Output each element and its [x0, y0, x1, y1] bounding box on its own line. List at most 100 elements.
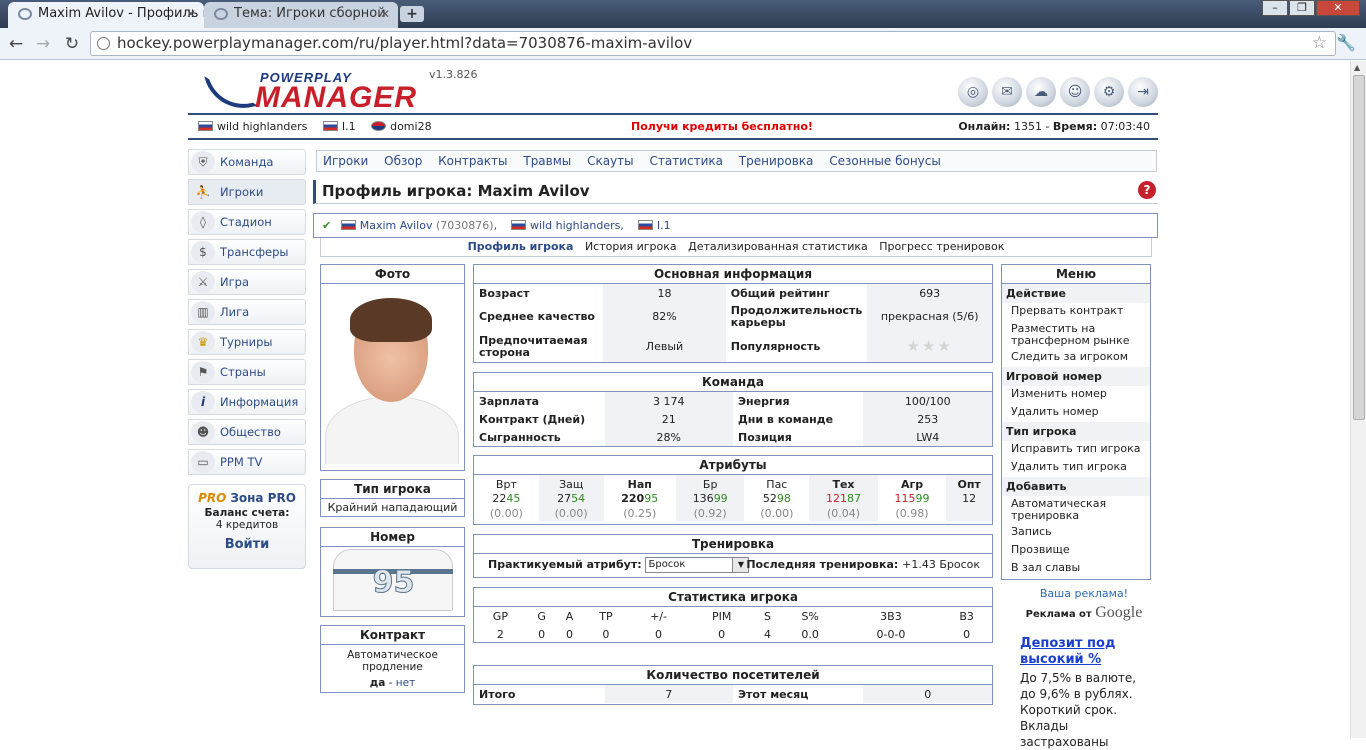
reload-icon[interactable]: ↻: [62, 34, 82, 54]
forum-icon[interactable]: ☁: [1026, 77, 1056, 107]
menu-item[interactable]: Удалить номер: [1002, 404, 1150, 422]
russia-flag-icon: [511, 220, 527, 230]
user-link[interactable]: domi28: [371, 120, 432, 133]
attribute-header: Бр: [675, 475, 745, 491]
help-icon[interactable]: ?: [1138, 181, 1156, 199]
close-window-button[interactable]: ✕: [1316, 0, 1360, 16]
menu-item[interactable]: Исправить тип игрока: [1002, 441, 1150, 459]
player-name-link[interactable]: Maxim Avilov: [360, 219, 433, 232]
new-tab-button[interactable]: +: [400, 6, 424, 22]
settings-gear-icon[interactable]: ⚙: [1094, 77, 1124, 107]
stats-value: 0: [566, 627, 574, 641]
browser-tab-inactive[interactable]: Тема: Игроки сборной ✕: [204, 2, 398, 28]
shield-icon: ⛨: [191, 151, 215, 173]
ad-headline-link[interactable]: Депозит под высокий %: [1018, 636, 1150, 668]
attribute-header: Нап: [627, 477, 652, 491]
renew-yes[interactable]: да: [370, 677, 386, 689]
practiced-attribute-select[interactable]: Бросок ▼: [645, 557, 750, 573]
scroll-thumb[interactable]: [1353, 75, 1365, 420]
friends-icon[interactable]: ☺: [1060, 77, 1090, 107]
menu-item[interactable]: Изменить номер: [1002, 386, 1150, 404]
money-icon: $: [191, 241, 215, 263]
menu-item[interactable]: Разместить на трансферном рынке: [1002, 321, 1150, 349]
league-link[interactable]: I.1: [322, 120, 356, 133]
page-content: POWERPLAY MANAGER v1.3.826 ◎ ✉ ☁ ☺ ⚙ ⇥ w…: [188, 61, 1158, 749]
tab-label: Maxim Avilov - Профиль и: [38, 6, 204, 21]
ppm-icon[interactable]: ◎: [958, 77, 988, 107]
tab-players[interactable]: Игроки: [323, 154, 368, 168]
subtab-history[interactable]: История игрока: [585, 240, 677, 253]
maximize-button[interactable]: ❐: [1289, 0, 1315, 16]
league-link[interactable]: I.1: [657, 219, 671, 232]
nav-item-team[interactable]: ⛨ Команда: [188, 149, 306, 175]
back-icon[interactable]: ←: [6, 34, 26, 54]
nav-item-stadium[interactable]: ◊ Стадион: [188, 209, 306, 235]
ads-by-google[interactable]: Реклама от Google: [1018, 604, 1150, 622]
attribute-header: Опт: [946, 475, 992, 491]
player-stats-table: GP G A TP +/- PIM S S% 3B3 B3 2 0 0 0 0 0 4 0.0 0-0-0 0: [474, 607, 992, 643]
nav-item-information[interactable]: i Информация: [188, 389, 306, 415]
contract-title: Контракт: [321, 626, 464, 645]
renew-no-link[interactable]: нет: [396, 677, 415, 689]
nav-item-ppm-tv[interactable]: ▭ PPM TV: [188, 449, 306, 475]
login-link[interactable]: Войти: [189, 537, 305, 552]
training-title: Тренировка: [474, 535, 992, 554]
attribute-header: Защ: [538, 475, 604, 491]
your-ad-link[interactable]: Ваша реклама!: [1018, 587, 1150, 600]
subtab-detailed-stats[interactable]: Детализированная статистика: [688, 240, 868, 253]
nav-item-countries[interactable]: ⚑ Страны: [188, 359, 306, 385]
tab-scouts[interactable]: Скауты: [587, 154, 634, 168]
menu-item[interactable]: Автоматическая тренировка: [1002, 496, 1150, 524]
subtab-training-progress[interactable]: Прогресс тренировок: [879, 240, 1004, 253]
attributes-table: Врт Защ Нап Бр Пас Тех Агр Опт 2245 2754 22095 136…: [474, 475, 992, 521]
nav-item-transfers[interactable]: $ Трансферы: [188, 239, 306, 265]
actions-menu: Меню Действие Прервать контракт Разместить…: [1001, 264, 1151, 580]
page-scrollbar[interactable]: ▲: [1350, 61, 1366, 738]
nav-item-tournaments[interactable]: ♛ Турниры: [188, 329, 306, 355]
menu-item[interactable]: Следить за игроком: [1002, 349, 1150, 367]
tab-training[interactable]: Тренировка: [739, 154, 814, 168]
wrench-menu-icon[interactable]: 🔧: [1336, 33, 1356, 52]
team-link[interactable]: wild highlanders: [198, 120, 307, 133]
nav-item-players[interactable]: ⛹ Игроки: [188, 179, 306, 205]
address-bar[interactable]: hockey.powerplaymanager.com/ru/player.ht…: [90, 31, 1336, 56]
stats-header: GP: [492, 609, 508, 623]
tab-contracts[interactable]: Контракты: [438, 154, 507, 168]
ppm-logo[interactable]: POWERPLAY MANAGER: [204, 66, 418, 116]
tab-statistics[interactable]: Статистика: [649, 154, 723, 168]
stats-value: 0: [602, 627, 610, 641]
close-tab-icon[interactable]: ✕: [186, 2, 196, 26]
menu-item[interactable]: Удалить тип игрока: [1002, 459, 1150, 477]
subtab-profile[interactable]: Профиль игрока: [468, 240, 574, 253]
close-tab-icon[interactable]: ✕: [380, 2, 390, 26]
russia-flag-icon: [322, 121, 338, 131]
user-name: domi28: [390, 120, 432, 133]
mail-icon[interactable]: ✉: [992, 77, 1022, 107]
menu-item[interactable]: Прервать контракт: [1002, 303, 1150, 321]
menu-item[interactable]: Прозвище: [1002, 542, 1150, 560]
forward-icon[interactable]: →: [33, 34, 53, 54]
pro-zone-title[interactable]: PRO Зона PRO: [189, 491, 305, 505]
tab-overview[interactable]: Обзор: [384, 154, 422, 168]
hockey-icon: ⚔: [191, 271, 215, 293]
nav-item-community[interactable]: ☻ Общество: [188, 419, 306, 445]
top-icons: ◎ ✉ ☁ ☺ ⚙ ⇥: [954, 77, 1158, 107]
pro-badge-icon: PRO: [198, 491, 227, 505]
attribute-value: 5298: [762, 492, 791, 505]
menu-item[interactable]: В зал славы: [1002, 560, 1150, 578]
nav-item-game[interactable]: ⚔ Игра: [188, 269, 306, 295]
bookmark-star-icon[interactable]: ☆: [1312, 32, 1327, 55]
minimize-button[interactable]: –: [1262, 0, 1288, 16]
online-status: Онлайн: 1351 - Время: 07:03:40: [958, 120, 1150, 133]
attribute-value: 13699: [675, 491, 745, 506]
team-title: Команда: [474, 373, 992, 392]
tab-injuries[interactable]: Травмы: [523, 154, 571, 168]
scroll-up-icon[interactable]: ▲: [1354, 63, 1360, 72]
nav-item-league[interactable]: ▥ Лига: [188, 299, 306, 325]
menu-item[interactable]: Запись: [1002, 524, 1150, 542]
team-link[interactable]: wild highlanders: [530, 219, 620, 232]
logout-door-icon[interactable]: ⇥: [1128, 77, 1158, 107]
free-credits-link[interactable]: Получи кредиты бесплатно!: [631, 115, 813, 138]
tab-season-bonuses[interactable]: Сезонные бонусы: [829, 154, 941, 168]
browser-tab-active[interactable]: Maxim Avilov - Профиль и ✕: [8, 2, 204, 28]
